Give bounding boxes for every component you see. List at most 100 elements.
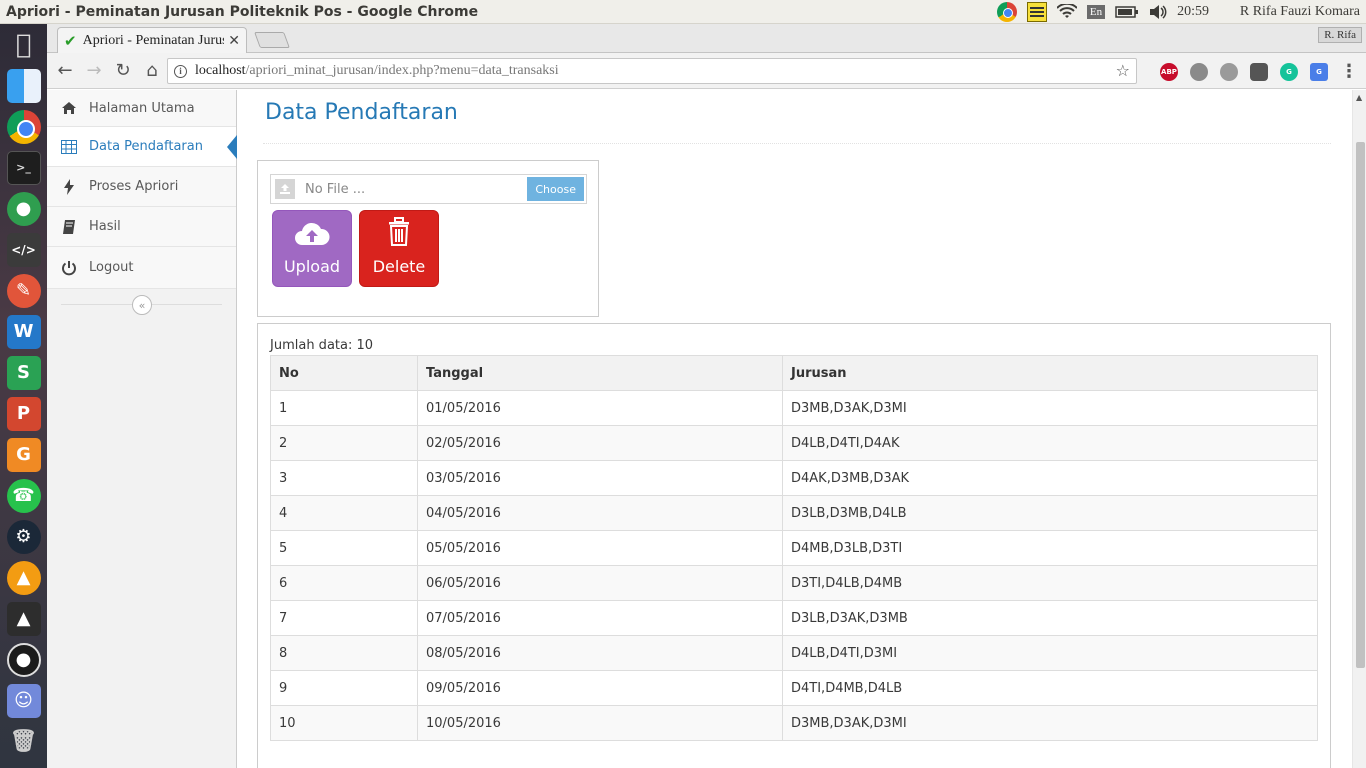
sidebar-collapse-row: « [47,289,236,319]
home-icon [61,100,77,116]
keyboard-layout-indicator[interactable]: En [1086,5,1106,19]
cell-no: 6 [270,565,418,601]
trash-icon[interactable]: 🗑 [7,725,41,759]
close-tab-icon[interactable]: ✕ [228,33,240,49]
browser-tab[interactable]: ✔ Apriori - Peminatan Jurusan Politeknik… [57,27,247,53]
apple-icon[interactable]:  [7,28,41,62]
chrome-tray-icon[interactable] [996,2,1017,22]
globe-extension-icon[interactable] [1220,62,1238,81]
book-icon [61,219,77,235]
new-tab-button[interactable] [254,32,290,48]
cell-tanggal: 03/05/2016 [417,460,783,496]
upload-label: Upload [283,257,341,276]
page-title: Data Pendaftaran [265,100,458,125]
finder-icon[interactable] [6,68,41,103]
table-row: 1 01/05/2016 D3MB,D3AK,D3MI [270,390,1318,426]
volume-icon[interactable] [1149,4,1167,20]
os-top-bar: Apriori - Peminatan Jurusan Politeknik P… [0,0,1366,24]
launcher:  >_ ● </> ✎ W S P G ☎ ⚙ ▲ ▲ ● ☺ 🗑 [0,24,47,768]
column-header-no: No [270,355,418,391]
cell-tanggal: 06/05/2016 [417,565,783,601]
apple-menu-icon[interactable]:  [1219,4,1230,20]
cell-tanggal: 09/05/2016 [417,670,783,706]
whatsapp-icon[interactable]: ☎ [6,478,41,513]
table-row: 7 07/05/2016 D3LB,D3AK,D3MB [270,600,1318,636]
sidebar-item-logout[interactable]: Logout [47,247,236,289]
cell-jurusan: D3LB,D3MB,D4LB [782,495,1318,531]
address-bar[interactable]: i localhost/apriori_minat_jurusan/index.… [167,58,1137,84]
wps-presentation-icon[interactable]: P [6,396,41,431]
sidebar-item-proses-apriori[interactable]: Proses Apriori [47,167,236,207]
delete-button[interactable]: Delete [359,210,439,287]
terminal-icon[interactable]: >_ [6,150,41,185]
steam-icon[interactable]: ⚙ [6,519,41,554]
translate-icon[interactable]: G [1310,62,1328,81]
reload-icon[interactable]: ↻ [110,58,136,84]
sidebar-item-data-pendaftaran[interactable]: Data Pendaftaran [47,127,237,167]
cell-jurusan: D3LB,D3AK,D3MB [782,600,1318,636]
sidebar-item-halaman-utama[interactable]: Halaman Utama [47,90,236,127]
sidebar-item-hasil[interactable]: Hasil [47,207,236,247]
table-row: 9 09/05/2016 D4TI,D4MB,D4LB [270,670,1318,706]
pdf-icon[interactable]: G [6,437,41,472]
cell-no: 9 [270,670,418,706]
browser-menu-icon[interactable]: ⋮ [1340,61,1358,82]
wps-writer-icon[interactable]: W [6,314,41,349]
cell-jurusan: D3MB,D3AK,D3MI [782,390,1318,426]
wifi-icon[interactable] [1056,4,1077,20]
obs-icon[interactable]: ● [6,642,41,677]
cloud-upload-icon [294,221,330,251]
wps-spreadsheet-icon[interactable]: S [6,355,41,390]
battery-icon[interactable] [1115,5,1139,19]
adblock-plus-icon[interactable]: ABP [1160,62,1178,81]
url-host: localhost [195,63,246,78]
upload-file-icon [275,179,295,199]
scroll-up-icon[interactable]: ▲ [1356,93,1362,102]
site-info-icon[interactable]: i [174,64,187,78]
bookmark-star-icon[interactable]: ☆ [1116,61,1130,80]
code-editor-icon[interactable]: </> [6,232,41,267]
table-row: 5 05/05/2016 D4MB,D3LB,D3TI [270,530,1318,566]
extensions: ABP G G ⋮ [1160,61,1358,82]
pen-icon[interactable]: ✎ [6,273,41,308]
data-panel: Jumlah data: 10 No Tanggal Jurusan 1 01/0… [257,323,1331,768]
collapse-sidebar-icon[interactable]: « [132,295,152,315]
cell-no: 8 [270,635,418,671]
file-input[interactable]: No File ... Choose [270,174,587,204]
table-row: 2 02/05/2016 D4LB,D4TI,D4AK [270,425,1318,461]
user-name[interactable]: R Rifa Fauzi Komara [1240,4,1360,20]
forward-icon[interactable]: → [81,58,107,84]
chrome-icon[interactable] [6,109,41,144]
scroll-thumb[interactable] [1356,142,1365,668]
profile-button[interactable]: R. Rifa [1318,27,1362,43]
table-row: 4 04/05/2016 D3LB,D3MB,D4LB [270,495,1318,531]
discord-icon[interactable]: ☺ [6,683,41,718]
record-count: Jumlah data: 10 [270,338,374,353]
sidebar-item-label: Logout [89,260,134,275]
cell-tanggal: 02/05/2016 [417,425,783,461]
extension-icon[interactable] [1190,62,1208,81]
cell-no: 1 [270,390,418,426]
file-placeholder: No File ... [305,181,366,197]
sidebar-item-label: Hasil [89,219,121,234]
chat-extension-icon[interactable] [1250,62,1268,81]
page-scrollbar[interactable]: ▲ [1352,90,1366,768]
back-icon[interactable]: ← [52,58,78,84]
delete-label: Delete [372,257,426,276]
inkscape-icon[interactable]: ▲ [6,601,41,636]
sidebar-item-label: Proses Apriori [89,179,179,194]
table-row: 10 10/05/2016 D3MB,D3AK,D3MI [270,705,1318,741]
clock[interactable]: 20:59 [1177,4,1209,20]
android-icon[interactable]: ● [6,191,41,226]
cell-jurusan: D4LB,D4TI,D3MI [782,635,1318,671]
grammarly-icon[interactable]: G [1280,62,1298,81]
home-browser-icon[interactable]: ⌂ [139,58,165,84]
web-page: Halaman Utama Data Pendaftaran Proses Ap… [47,90,1366,768]
tab-strip: ✔ Apriori - Peminatan Jurusan Politeknik… [47,24,1366,53]
upload-button[interactable]: Upload [272,210,352,287]
vlc-icon[interactable]: ▲ [6,560,41,595]
sidebar: Halaman Utama Data Pendaftaran Proses Ap… [47,90,237,768]
notes-tray-icon[interactable] [1026,2,1047,22]
choose-file-button[interactable]: Choose [527,177,584,201]
divider [263,143,1331,144]
